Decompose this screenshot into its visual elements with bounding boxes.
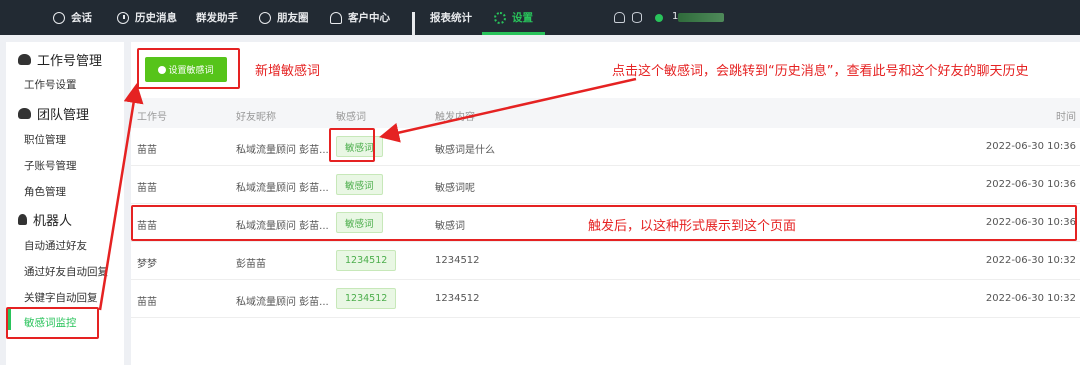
nav-reports[interactable]: 报表统计 [412,0,472,36]
nav-broadcast[interactable]: 群发助手 [196,0,238,35]
nav-chat[interactable]: 会话 [53,0,92,35]
cell-content: 1234512 [435,293,480,304]
cell-time: 2022-06-30 10:36 [985,141,1076,152]
cell-content: 敏感词是什么 [435,145,495,156]
table-header: 工作号 好友昵称 敏感词 触发内容 时间 [131,98,1080,128]
annotation-box-sidebar-item [6,307,99,339]
nav-settings-label: 设置 [512,12,533,24]
annotation-box-word-tag [329,128,375,162]
chat-icon [53,11,65,24]
cell-friend: 私域流量顾问 彭苗... [236,145,329,156]
col-content: 触发内容 [435,112,475,123]
sidebar-item-auto-accept[interactable]: 自动通过好友 [24,238,87,253]
avatar-icon[interactable] [655,14,663,22]
cell-time: 2022-06-30 10:32 [985,293,1076,304]
gear-icon [494,11,506,24]
team-icon [18,108,31,119]
cell-content: 敏感词呢 [435,183,475,194]
table-row: 苗苗 私域流量顾问 彭苗... 1234512 1234512 2022-06-… [131,280,1080,318]
bar-chart-icon [412,11,424,36]
robot-icon [18,214,27,225]
cell-friend: 私域流量顾问 彭苗... [236,297,329,308]
annotation-click-word: 点击这个敏感词，会跳转到“历史消息”，查看此号和这个好友的聊天历史 [612,64,1029,79]
clock-icon [117,11,129,24]
nav-settings[interactable]: 设置 [482,0,545,35]
sensitive-word-tag[interactable]: 敏感词 [336,174,383,195]
database-icon[interactable] [632,12,642,23]
nav-history-label: 历史消息 [135,12,177,24]
sensitive-word-tag[interactable]: 1234512 [336,288,397,309]
bell-icon[interactable] [614,12,625,23]
section-account-management: 工作号管理 [18,50,102,69]
section-robot: 机器人 [18,210,72,229]
sidebar-item-account-settings[interactable]: 工作号设置 [24,77,77,92]
cell-account: 梦梦 [137,259,157,270]
sidebar-item-auto-reply-new-friend[interactable]: 通过好友自动回复 [24,264,108,279]
sidebar-item-keyword-reply[interactable]: 关键字自动回复 [24,290,98,305]
main-panel: 设置敏感词 工作号 好友昵称 敏感词 触发内容 时间 苗苗 私域流量顾问 彭苗.… [131,42,1080,365]
section-title: 团队管理 [37,108,90,123]
nav-chat-label: 会话 [71,12,92,24]
nav-moments[interactable]: 朋友圈 [259,0,309,35]
col-friend: 好友昵称 [236,112,276,123]
nav-reports-label: 报表统计 [430,12,472,24]
table-row: 梦梦 彭苗苗 1234512 1234512 2022-06-30 10:32 [131,242,1080,280]
table-row: 苗苗 私域流量顾问 彭苗... 敏感词 敏感词呢 2022-06-30 10:3… [131,166,1080,204]
user-icon [330,11,342,24]
sidebar-item-subaccounts[interactable]: 子账号管理 [24,158,77,173]
col-word: 敏感词 [336,112,366,123]
cell-account: 苗苗 [137,297,157,308]
section-title: 机器人 [33,214,73,229]
col-account: 工作号 [137,112,167,123]
annotation-trigger-note: 触发后，以这种形式展示到这个页面 [588,219,797,234]
sidebar-item-roles[interactable]: 角色管理 [24,184,66,199]
wechat-icon [18,54,31,65]
cell-time: 2022-06-30 10:32 [985,255,1076,266]
table-row: 苗苗 私域流量顾问 彭苗... 敏感词 敏感词是什么 2022-06-30 10… [131,128,1080,166]
nav-customers-label: 客户中心 [348,12,390,24]
top-navbar: 会话 历史消息 群发助手 朋友圈 客户中心 报表统计 设置 1 [0,0,1080,36]
moments-icon [259,11,271,24]
section-team-management: 团队管理 [18,104,89,123]
cell-friend: 彭苗苗 [236,259,266,270]
section-title: 工作号管理 [37,54,103,69]
annotation-add-word: 新增敏感词 [255,64,321,79]
nav-moments-label: 朋友圈 [277,12,309,24]
nav-history[interactable]: 历史消息 [117,0,177,35]
cell-friend: 私域流量顾问 彭苗... [236,183,329,194]
cell-content: 1234512 [435,255,480,266]
annotation-box-add-button [137,48,240,89]
cell-time: 2022-06-30 10:36 [985,179,1076,190]
sensitive-word-tag[interactable]: 1234512 [336,250,397,271]
col-time: 时间 [1056,112,1076,123]
nav-broadcast-label: 群发助手 [196,12,238,24]
cell-account: 苗苗 [137,183,157,194]
sidebar-item-positions[interactable]: 职位管理 [24,132,66,147]
nav-customers[interactable]: 客户中心 [330,0,390,35]
username-masked [678,13,724,22]
cell-account: 苗苗 [137,145,157,156]
